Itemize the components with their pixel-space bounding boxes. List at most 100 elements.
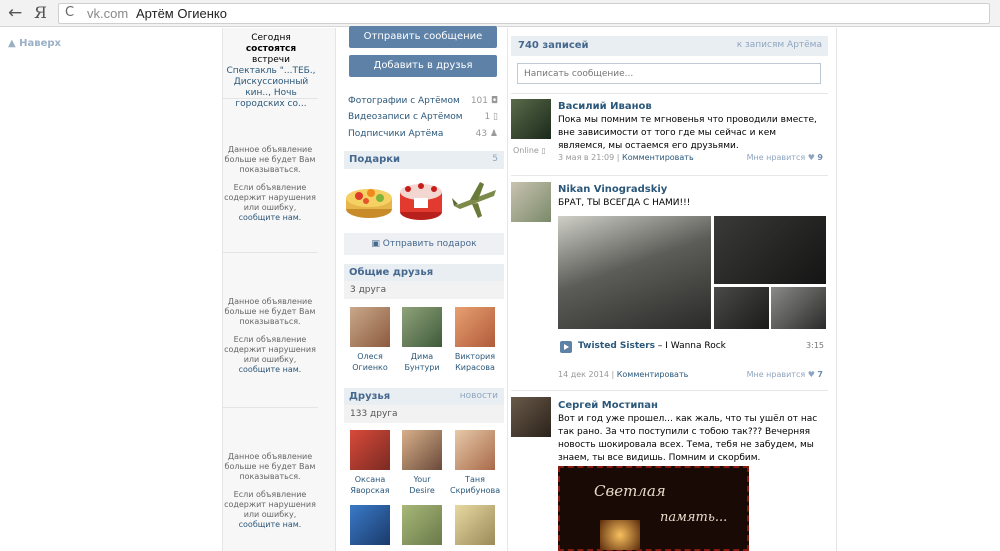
videos-with-link[interactable]: Видеозаписи с Артёмом 1 ▯: [348, 112, 498, 126]
to-artem-posts-link[interactable]: к записям Артёма: [737, 40, 822, 50]
left-margin: [0, 28, 222, 551]
like-button[interactable]: Мне нравится ♥ 9: [747, 153, 823, 162]
audio-title[interactable]: Twisted Sisters – I Wanna Rock: [578, 341, 726, 351]
back-to-top-link[interactable]: ▲ Наверх: [8, 38, 61, 49]
post-author-name[interactable]: Василий Иванов: [558, 101, 652, 112]
comment-link[interactable]: Комментировать: [617, 370, 689, 379]
post-photo-main[interactable]: [558, 216, 711, 329]
gifts-header[interactable]: Подарки 5: [344, 151, 504, 169]
comment-link[interactable]: Комментировать: [622, 153, 694, 162]
reload-icon[interactable]: C: [65, 5, 74, 20]
friend-card[interactable]: Виктория Кирасова: [450, 307, 500, 373]
audio-track: Twisted Sisters – I Wanna Rock 3:15: [560, 341, 824, 355]
friends-news-link[interactable]: новости: [460, 391, 498, 401]
friends-title: Друзья: [349, 391, 391, 402]
friend-avatar[interactable]: [455, 430, 495, 470]
post-separator: [511, 175, 828, 176]
stat-label: Фотографии с Артёмом: [348, 96, 460, 106]
gift-airplane-icon[interactable]: [450, 176, 500, 222]
like-count: 9: [817, 153, 823, 162]
post-text: БРАТ, ТЫ ВСЕГДА С НАМИ!!!: [558, 198, 691, 208]
post-date[interactable]: 14 дек 2014: [558, 370, 609, 379]
column-gutter: [318, 28, 336, 551]
wall-post-count: 740 записей: [518, 40, 589, 51]
memorial-image[interactable]: Светлая память...: [558, 466, 749, 551]
address-domain: vk.com: [87, 6, 129, 21]
friend-avatar[interactable]: [350, 505, 390, 545]
mutual-friends-header[interactable]: Общие друзья: [344, 264, 504, 282]
friend-card[interactable]: Оксана Яворская: [345, 430, 395, 496]
browser-back-icon[interactable]: ←: [8, 3, 22, 23]
memorial-image-text: память...: [660, 510, 728, 525]
like-button[interactable]: Мне нравится ♥ 7: [747, 370, 823, 379]
friend-avatar[interactable]: [350, 307, 390, 347]
followers-link[interactable]: Подписчики Артёма 43 ♟: [348, 129, 498, 143]
friend-last-name: Кирасова: [455, 363, 495, 372]
ad-report-text: Если объявление содержит нарушения или о…: [224, 490, 316, 519]
friend-last-name: Desire: [409, 486, 435, 495]
events-middle: встречи: [252, 55, 290, 65]
post-author-name[interactable]: Nikan Vinogradskiy: [558, 184, 667, 195]
post-photo-thumb[interactable]: [771, 287, 826, 329]
like-count: 7: [817, 370, 823, 379]
gift-icon: ▣: [371, 239, 383, 249]
browser-toolbar: ← Я C vk.com Артём Огиенко: [0, 0, 1000, 27]
post-photo-thumb[interactable]: [714, 216, 826, 284]
wall-header: 740 записей к записям Артёма: [511, 36, 828, 56]
friend-first-name: Виктория: [454, 352, 496, 361]
ad-separator: [222, 98, 318, 99]
ad-report-link[interactable]: сообщите нам.: [239, 520, 302, 529]
like-label: Мне нравится: [746, 153, 806, 162]
friend-card[interactable]: Your Desire: [397, 430, 447, 496]
post-text: Пока мы помним те мгновенья что проводил…: [558, 115, 817, 151]
post-meta: 14 дек 2014 | Комментировать: [558, 370, 689, 379]
post-author-avatar[interactable]: [511, 397, 551, 437]
address-page-title: Артём Огиенко: [136, 6, 227, 21]
friend-avatar[interactable]: [402, 307, 442, 347]
play-icon[interactable]: [560, 341, 572, 353]
friend-avatar[interactable]: [402, 505, 442, 545]
post-date[interactable]: 3 мая в 21:09: [558, 153, 614, 162]
ad-report-text: Если объявление содержит нарушения или о…: [224, 183, 316, 212]
friend-first-name: Оксана: [354, 475, 386, 484]
post-author-avatar[interactable]: [511, 182, 551, 222]
gift-fruit-cake-icon[interactable]: [344, 176, 394, 222]
friend-first-name: Олеся: [357, 352, 383, 361]
friend-avatar[interactable]: [455, 505, 495, 545]
friend-last-name: Яворская: [350, 486, 390, 495]
ad-report-link[interactable]: сообщите нам.: [239, 365, 302, 374]
ad-separator: [222, 252, 318, 253]
friend-avatar[interactable]: [455, 307, 495, 347]
send-message-button[interactable]: Отправить сообщение: [349, 26, 497, 48]
stat-count: 1 ▯: [484, 112, 498, 122]
post-photo-thumb[interactable]: [714, 287, 769, 329]
friend-card[interactable]: Дима Бунтури: [397, 307, 447, 373]
memorial-image-text: Светлая: [594, 482, 666, 500]
stat-label: Видеозаписи с Артёмом: [348, 112, 463, 122]
right-margin: [837, 28, 1000, 551]
ad-hidden-notice: Данное объявление больше не будет Вам по…: [224, 297, 316, 375]
address-bar[interactable]: C vk.com Артём Огиенко: [58, 3, 990, 24]
friends-header[interactable]: Друзья новости: [344, 388, 504, 406]
photos-with-link[interactable]: Фотографии с Артёмом 101 ◘: [348, 96, 498, 110]
friend-card[interactable]: Таня Скрибунова: [450, 430, 500, 496]
events-prefix: Сегодня: [251, 33, 291, 43]
wall-post-input[interactable]: [517, 63, 821, 84]
post-author-name[interactable]: Сергей Мостипан: [558, 400, 658, 411]
ad-hidden-notice: Данное объявление больше не будет Вам по…: [224, 145, 316, 223]
yandex-logo-icon[interactable]: Я: [34, 3, 47, 23]
friend-avatar[interactable]: [350, 430, 390, 470]
friend-card[interactable]: Олеся Огиенко: [345, 307, 395, 373]
events-links[interactable]: Спектакль "...ТЕБ., Дискуссионный кин..,…: [226, 66, 315, 109]
post-text: Вот и год уже прошел... как жаль, что ты…: [558, 414, 818, 463]
ad-report-link[interactable]: сообщите нам.: [239, 213, 302, 222]
friend-first-name: Таня: [465, 475, 485, 484]
gift-strawberry-cake-icon[interactable]: [396, 176, 446, 222]
add-friend-button[interactable]: Добавить в друзья: [349, 55, 497, 77]
events-bold: состоятся: [245, 44, 297, 54]
send-gift-button[interactable]: ▣ Отправить подарок: [344, 233, 504, 255]
post-meta: 3 мая в 21:09 | Комментировать: [558, 153, 694, 162]
post-author-avatar[interactable]: [511, 99, 551, 139]
stat-label: Подписчики Артёма: [348, 129, 444, 139]
friend-avatar[interactable]: [402, 430, 442, 470]
